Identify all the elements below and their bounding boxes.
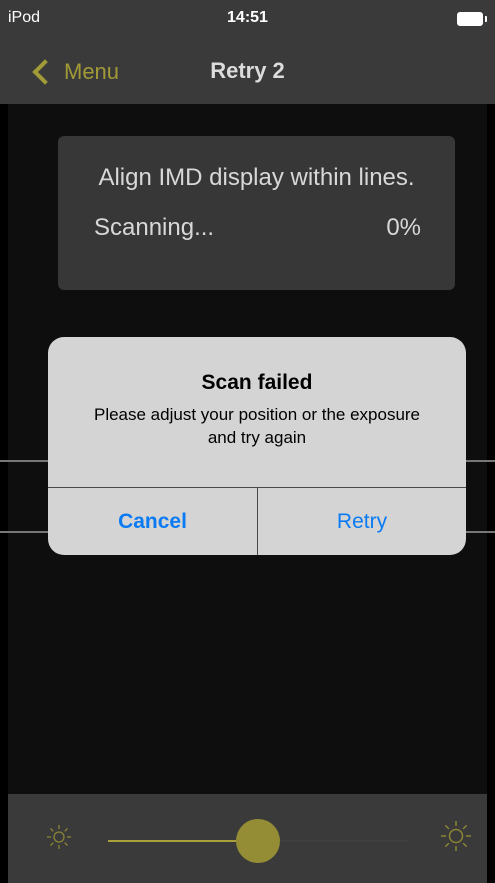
exposure-bar — [8, 794, 487, 883]
scan-failed-alert: Scan failed Please adjust your position … — [48, 337, 466, 555]
brightness-low-icon[interactable] — [46, 824, 72, 850]
scan-status: Scanning... — [94, 214, 215, 241]
retry-button[interactable]: Retry — [258, 488, 466, 555]
scan-instruction: Align IMD display within lines. — [98, 164, 415, 191]
alert-message: Please adjust your position or the expos… — [93, 405, 421, 447]
scan-progress: 0% — [386, 214, 421, 241]
exposure-slider[interactable] — [108, 819, 408, 863]
clock: 14:51 — [227, 9, 268, 26]
page-title: Retry 2 — [210, 58, 285, 83]
cancel-button[interactable]: Cancel — [48, 488, 257, 555]
alert-title: Scan failed — [201, 371, 313, 394]
scan-info-box: Align IMD display within lines. Scanning… — [58, 136, 455, 290]
brightness-high-icon[interactable] — [440, 820, 472, 852]
battery-icon — [457, 12, 487, 26]
slider-thumb[interactable] — [236, 819, 280, 863]
status-bar: iPod 14:51 — [0, 0, 495, 38]
navigation-bar: Menu Retry 2 — [0, 38, 495, 104]
